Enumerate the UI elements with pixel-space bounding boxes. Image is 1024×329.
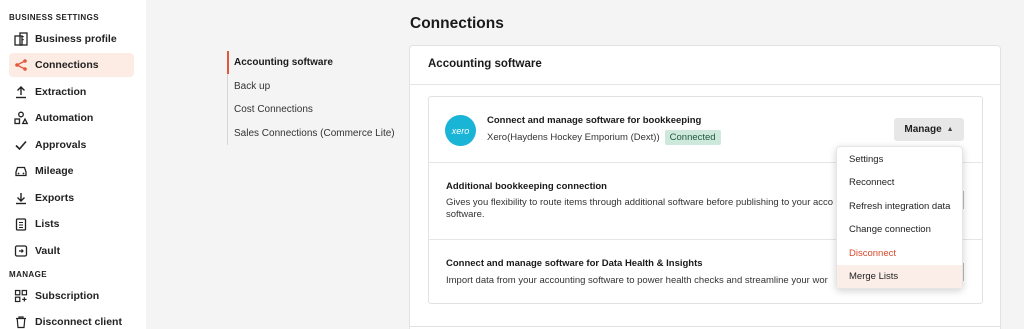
sidebar-item-label: Lists [35,218,60,230]
manage-button-label: Manage [904,124,942,135]
data-health-desc: Import data from your accounting softwar… [446,275,828,286]
subnav-active-indicator [227,51,229,74]
card-divider [410,84,1000,85]
sidebar-item-mileage[interactable]: Mileage [9,159,134,183]
sidebar-item-label: Subscription [35,290,100,302]
sidebar-item-exports[interactable]: Exports [9,186,134,210]
sidebar-item-approvals[interactable]: Approvals [9,133,134,157]
upload-icon [14,85,28,99]
menu-item-change-connection[interactable]: Change connection [837,218,962,241]
sidebar-item-label: Automation [35,112,94,124]
sidebar-item-extraction[interactable]: Extraction [9,80,134,104]
manage-button[interactable]: Manage ▲ [894,118,964,141]
vault-icon [14,244,28,258]
check-icon [14,138,28,152]
sidebar-item-lists[interactable]: Lists [9,212,134,236]
automation-icon [14,111,28,125]
sidebar-item-disconnect-client[interactable]: Disconnect client [9,310,134,329]
sidebar-item-label: Business profile [35,33,117,45]
sidebar-item-label: Extraction [35,86,87,98]
subnav-item-accounting-software[interactable]: Accounting software [234,57,333,68]
menu-item-disconnect[interactable]: Disconnect [837,242,962,265]
menu-item-settings[interactable]: Settings [837,148,962,171]
sidebar-item-automation[interactable]: Automation [9,106,134,130]
menu-item-merge-lists[interactable]: Merge Lists [837,265,962,288]
sidebar-item-label: Mileage [35,165,74,177]
sidebar: BUSINESS SETTINGS Business profile Conne… [0,0,146,329]
sidebar-item-subscription[interactable]: Subscription [9,284,134,308]
section-subnav: Accounting software Back up Cost Connect… [227,51,395,145]
additional-bookkeeping-title: Additional bookkeeping connection [446,181,607,192]
page-title: Connections [410,15,504,32]
sidebar-item-label: Vault [35,245,61,257]
sidebar-item-connections[interactable]: Connections [9,53,134,77]
bookkeeping-connection-info: Xero(Haydens Hockey Emporium (Dext)) Con… [487,130,721,145]
status-badge: Connected [664,130,721,145]
data-health-title: Connect and manage software for Data Hea… [446,258,703,269]
clipboard-icon [14,217,28,231]
sidebar-item-label: Connections [35,59,99,71]
sidebar-item-label: Exports [35,192,75,204]
card-title: Accounting software [428,58,542,70]
sidebar-item-business-profile[interactable]: Business profile [9,27,134,51]
bookkeeping-title: Connect and manage software for bookkeep… [487,115,702,126]
sidebar-item-label: Approvals [35,139,87,151]
grid-plus-icon [14,289,28,303]
car-icon [14,164,28,178]
caret-up-icon: ▲ [946,126,954,133]
xero-logo-icon: xero [445,115,476,146]
sidebar-heading-business: BUSINESS SETTINGS [9,13,99,22]
subnav-item-sales-connections[interactable]: Sales Connections (Commerce Lite) [234,128,395,139]
sidebar-item-label: Disconnect client [35,316,122,328]
building-icon [14,32,28,46]
sidebar-item-vault[interactable]: Vault [9,239,134,263]
trash-icon [14,315,28,329]
organisation-name: Xero(Haydens Hockey Emporium (Dext)) [487,132,660,143]
subnav-item-back-up[interactable]: Back up [234,81,270,92]
connections-icon [14,58,28,72]
sidebar-heading-manage: MANAGE [9,270,47,279]
subnav-item-cost-connections[interactable]: Cost Connections [234,104,313,115]
manage-dropdown-menu: Settings Reconnect Refresh integration d… [836,146,963,289]
additional-bookkeeping-desc: Gives you flexibility to route items thr… [446,197,834,220]
download-icon [14,191,28,205]
menu-item-reconnect[interactable]: Reconnect [837,171,962,194]
menu-item-refresh-integration-data[interactable]: Refresh integration data [837,195,962,218]
